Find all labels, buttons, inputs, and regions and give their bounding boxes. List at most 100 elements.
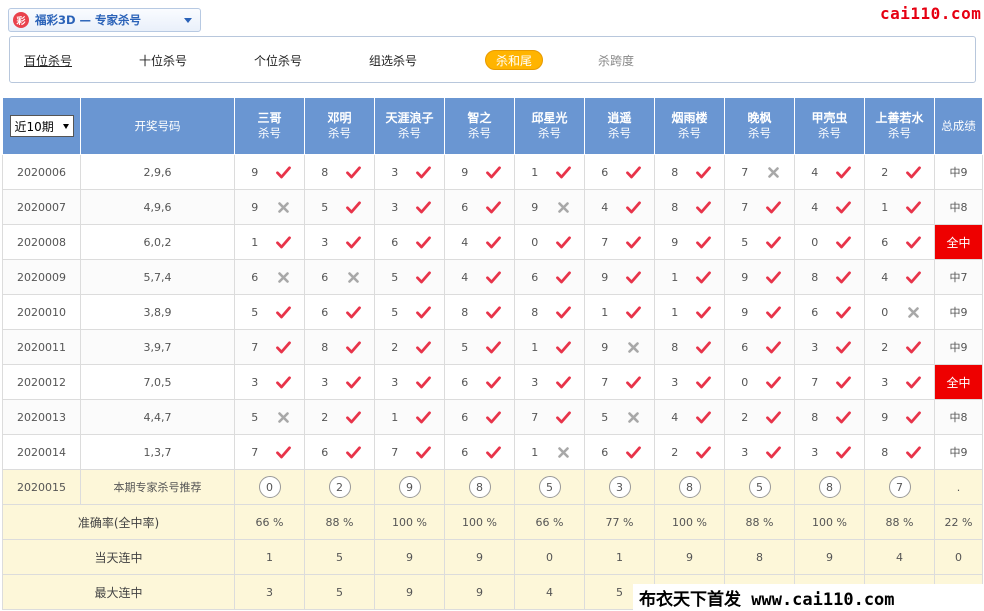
draw-cell: 2,9,6 [80,154,235,190]
check-icon [485,269,501,285]
pick-cell: 1 [514,154,585,190]
check-icon [485,304,501,320]
pick-number: 1 [671,305,679,319]
check-icon [485,234,501,250]
pick-number: 0 [531,235,539,249]
pick-number: 2 [391,340,399,354]
pick-cell: 0 [794,224,865,260]
expert-header[interactable]: 晚枫 杀号 [724,97,795,155]
expert-header[interactable]: 邓明 杀号 [304,97,375,155]
draw-cell: 3,8,9 [80,294,235,330]
recommend-cell: 5 [724,469,795,505]
pick-cell: 5 [374,259,445,295]
check-icon [905,374,921,390]
pick-cell: 6 [234,259,305,295]
pick-cell: 7 [724,189,795,225]
expert-header[interactable]: 甲壳虫 杀号 [794,97,865,155]
tab-span-kill[interactable]: 杀跨度 [598,51,634,71]
expert-header[interactable]: 逍遥 杀号 [584,97,655,155]
cross-icon [555,444,571,460]
pick-cell: 9 [234,154,305,190]
check-icon [695,199,711,215]
total-header: 总成绩 [934,97,983,155]
tab-hundreds-kill[interactable]: 百位杀号 [24,51,72,71]
stat-value: 9 [374,539,445,575]
recommend-label: 本期专家杀号推荐 [80,469,235,505]
pick-number: 5 [251,305,259,319]
expert-header[interactable]: 邱星光 杀号 [514,97,585,155]
pick-cell: 8 [654,329,725,365]
check-icon [765,374,781,390]
pick-number: 5 [741,235,749,249]
check-icon [415,164,431,180]
check-icon [555,269,571,285]
pick-cell: 4 [444,259,515,295]
pick-number: 2 [881,165,889,179]
pick-number: 3 [391,375,399,389]
pick-number: 3 [671,375,679,389]
pick-number: 3 [741,445,749,459]
pick-cell: 3 [374,154,445,190]
tab-sum-tail-kill[interactable]: 杀和尾 [485,50,544,70]
check-icon [625,304,641,320]
pick-number: 4 [811,200,819,214]
stat-value: 3 [234,574,305,610]
pick-number: 6 [741,340,749,354]
pick-cell: 9 [724,294,795,330]
expert-header[interactable]: 上善若水 杀号 [864,97,935,155]
pick-number: 6 [251,270,259,284]
expert-header[interactable]: 烟雨楼 杀号 [654,97,725,155]
tab-tens-kill[interactable]: 十位杀号 [139,51,187,71]
expert-header[interactable]: 智之 杀号 [444,97,515,155]
pick-cell: 5 [374,294,445,330]
pick-cell: 8 [304,329,375,365]
tab-units-kill[interactable]: 个位杀号 [254,51,302,71]
stat-label: 最大连中 [2,574,235,610]
recommend-number: 2 [328,476,351,498]
check-icon [555,409,571,425]
issue-cell: 2020008 [2,224,81,260]
check-icon [415,409,431,425]
expert-header[interactable]: 天涯浪子 杀号 [374,97,445,155]
pick-cell: 9 [444,154,515,190]
pick-cell: 6 [374,224,445,260]
check-icon [765,269,781,285]
pick-number: 5 [601,410,609,424]
pick-number: 1 [251,235,259,249]
pick-number: 9 [741,270,749,284]
expert-header[interactable]: 三哥 杀号 [234,97,305,155]
cross-icon [625,409,641,425]
pick-cell: 6 [304,434,375,470]
check-icon [415,444,431,460]
check-icon [765,409,781,425]
pick-cell: 4 [654,399,725,435]
check-icon [625,269,641,285]
draw-header: 开奖号码 [80,97,235,155]
pick-cell: 2 [864,154,935,190]
pick-number: 9 [671,235,679,249]
lottery-logo-icon: 彩 [13,12,29,28]
pick-number: 8 [671,200,679,214]
recommend-cell: 8 [794,469,865,505]
pick-cell: 3 [654,364,725,400]
check-icon [905,164,921,180]
check-icon [765,199,781,215]
pick-cell: 8 [654,154,725,190]
check-icon [695,269,711,285]
pick-number: 7 [251,445,259,459]
pick-cell: 7 [584,364,655,400]
pick-cell: 3 [304,224,375,260]
tab-group-kill[interactable]: 组选杀号 [369,51,417,71]
pick-cell: 8 [864,434,935,470]
stat-value: 9 [444,574,515,610]
pick-cell: 6 [584,434,655,470]
pick-number: 7 [531,410,539,424]
stat-value: 8 [724,539,795,575]
pick-cell: 9 [584,329,655,365]
pick-cell: 9 [724,259,795,295]
period-select[interactable]: 近10期 [9,115,74,137]
pick-cell: 7 [374,434,445,470]
total-cell: 中9 [934,434,983,470]
pick-cell: 3 [234,364,305,400]
game-selector[interactable]: 彩 福彩3D — 专家杀号 [8,8,201,32]
